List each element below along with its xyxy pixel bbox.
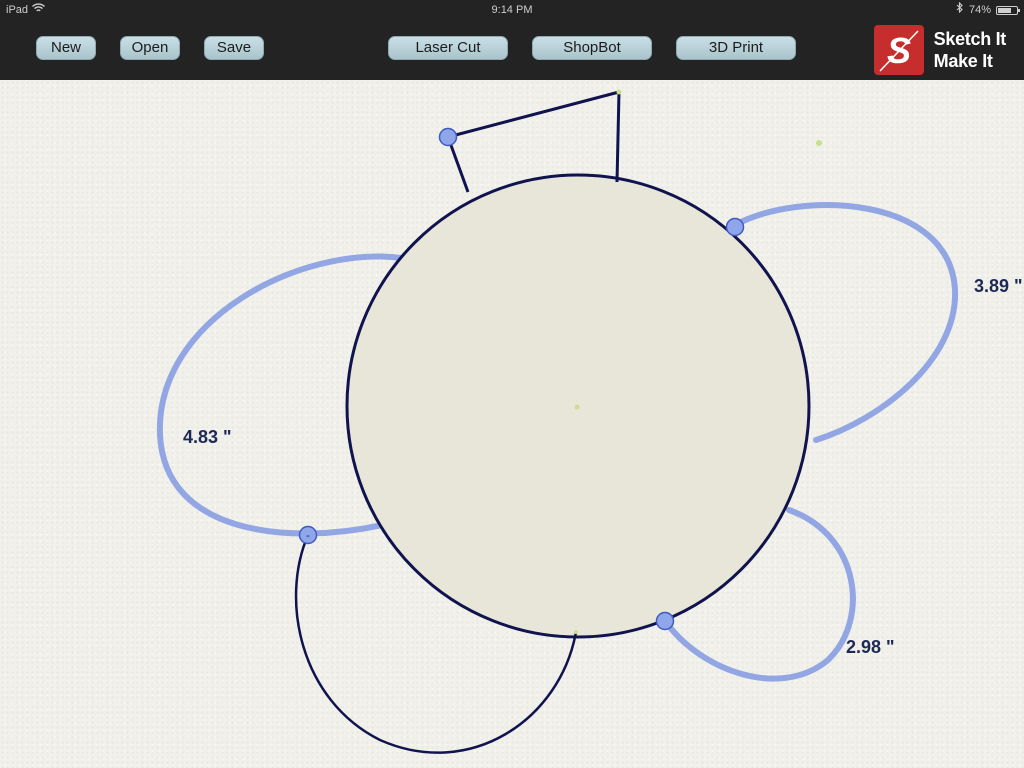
battery-level-fill [998,7,1011,13]
save-button[interactable]: Save [204,36,264,60]
app-logo: S Sketch It Make It [873,20,1007,80]
right-arc-handle[interactable] [725,217,745,237]
top-bracket-point[interactable] [616,89,622,95]
status-bar: iPad 9:14 PM 74% [0,0,1024,20]
bottom-right-handle[interactable] [655,611,675,631]
top-left-handle[interactable] [438,127,458,147]
left-arc-length-label: 4.83 " [183,427,232,447]
bluetooth-icon [956,0,964,20]
battery-icon [996,5,1020,15]
drawing-canvas[interactable]: - 4.83 " 3.89 " 2.98 " [0,80,1024,768]
circle-bottom-point[interactable] [574,630,578,634]
center-point[interactable] [574,404,580,410]
new-button[interactable]: New [36,36,96,60]
shopbot-button[interactable]: ShopBot [532,36,652,60]
logo-text: Sketch It Make It [933,28,1007,72]
laser-cut-button[interactable]: Laser Cut [388,36,508,60]
right-arc-length-label: 3.89 " [974,276,1023,296]
3d-print-button[interactable]: 3D Print [676,36,796,60]
logo-line-2: Make It [933,51,993,71]
status-time: 9:14 PM [491,4,533,16]
bottom-right-arc-length-label: 2.98 " [846,637,895,657]
logo-line-1: Sketch It [933,29,1007,49]
floating-point[interactable] [816,140,822,146]
open-button[interactable]: Open [120,36,180,60]
bottom-left-handle-symbol: - [306,530,310,542]
battery-percent: 74% [968,4,991,16]
status-right: 74% [956,0,1020,20]
sketch-it-logo-icon: S [873,25,924,75]
sketch-drawing[interactable]: - [0,80,1024,768]
toolbar: New Open Save Laser Cut ShopBot 3D Print… [0,20,1024,80]
